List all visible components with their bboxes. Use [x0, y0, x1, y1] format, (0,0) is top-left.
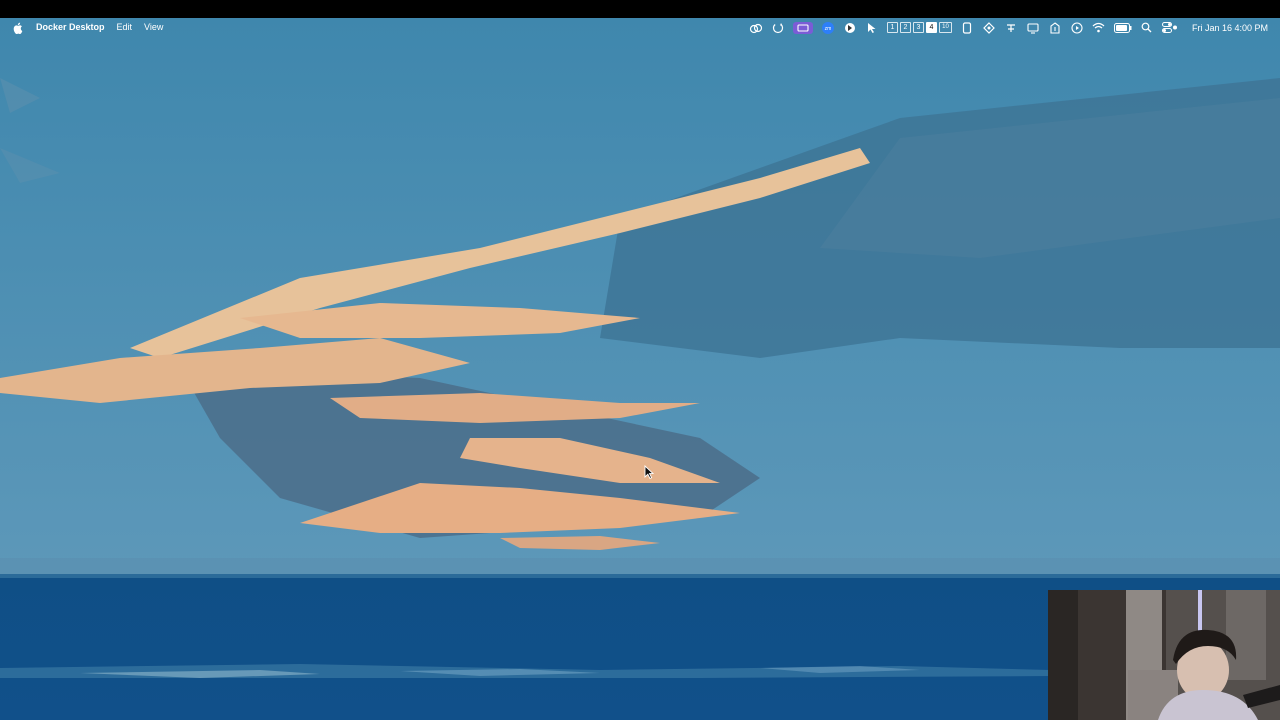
menu-bar-clock[interactable]: Fri Jan 16 4:00 PM — [1192, 23, 1268, 33]
mouse-cursor-icon — [644, 464, 655, 480]
app-icon-3[interactable] — [1004, 21, 1018, 35]
vpn-icon[interactable] — [1048, 21, 1062, 35]
spaces-indicator: 1 2 3 4 10 — [886, 22, 952, 33]
browser-extension-icon[interactable] — [843, 21, 857, 35]
spotlight-icon[interactable] — [1140, 21, 1154, 35]
space-4-active[interactable]: 4 — [925, 22, 937, 33]
menu-edit[interactable]: Edit — [111, 18, 139, 37]
display-icon[interactable] — [1026, 21, 1040, 35]
app-menu-docker-desktop[interactable]: Docker Desktop — [36, 18, 111, 37]
menu-bar-left: Docker Desktop Edit View — [0, 18, 169, 37]
space-3[interactable]: 3 — [912, 22, 924, 33]
space-1[interactable]: 1 — [886, 22, 898, 33]
sync-icon[interactable] — [771, 21, 785, 35]
svg-text:zm: zm — [825, 26, 832, 32]
screen-top-border — [0, 0, 1280, 18]
screen-record-icon[interactable] — [792, 21, 813, 35]
battery-icon[interactable] — [1113, 21, 1132, 35]
webcam-overlay — [1048, 590, 1280, 720]
control-center-icon[interactable] — [1161, 21, 1178, 35]
space-2[interactable]: 2 — [899, 22, 911, 33]
desktop-screen: Docker Desktop Edit View zm 1 2 3 4 10 F… — [0, 0, 1280, 720]
menu-view[interactable]: View — [138, 18, 169, 37]
space-10[interactable]: 10 — [938, 22, 952, 33]
zoom-icon[interactable]: zm — [821, 21, 835, 35]
menu-bar-status-area: zm 1 2 3 4 10 Fri Jan 16 4:00 PM — [745, 18, 1280, 37]
play-icon[interactable] — [1070, 21, 1084, 35]
creative-cloud-icon[interactable] — [749, 21, 763, 35]
app-icon-2[interactable] — [982, 21, 996, 35]
wifi-icon[interactable] — [1092, 21, 1106, 35]
pointer-icon[interactable] — [865, 21, 879, 35]
app-icon-1[interactable] — [960, 21, 974, 35]
menu-bar: Docker Desktop Edit View zm 1 2 3 4 10 F… — [0, 18, 1280, 37]
apple-menu-icon[interactable] — [13, 22, 23, 34]
